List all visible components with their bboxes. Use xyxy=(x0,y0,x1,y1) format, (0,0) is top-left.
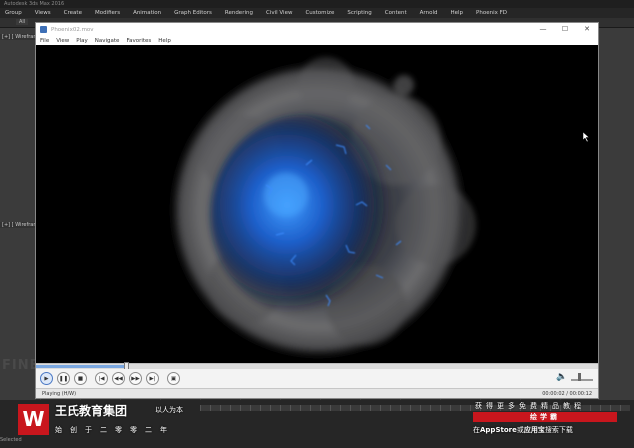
next-button[interactable]: ▶| xyxy=(146,372,159,385)
max-menu-item[interactable]: Animation xyxy=(133,10,161,16)
mouse-cursor-icon xyxy=(583,132,590,142)
play-button[interactable]: ▶ xyxy=(40,372,53,385)
video-frame[interactable] xyxy=(36,45,598,363)
brand-slogan: 以人为本 xyxy=(155,406,183,414)
player-menu-item[interactable]: View xyxy=(56,38,69,44)
max-menu-item[interactable]: Content xyxy=(385,10,407,16)
max-menu-item[interactable]: Scripting xyxy=(347,10,371,16)
left-viewport-strip xyxy=(0,28,36,408)
player-menu-item[interactable]: Play xyxy=(76,38,87,44)
media-player-icon xyxy=(40,26,47,33)
promo-3d: 应用宝 xyxy=(523,426,545,434)
max-status-text: Selected xyxy=(0,437,22,443)
max-menu-item[interactable]: Create xyxy=(64,10,82,16)
max-window-title: Autodesk 3ds Max 2016 xyxy=(0,0,634,8)
playback-status: Playing (H/W) xyxy=(42,390,77,397)
player-menu-item[interactable]: File xyxy=(40,38,49,44)
volume-slider[interactable] xyxy=(571,379,593,381)
promo-3c: 或 xyxy=(516,426,524,434)
brand-since: 始创于二零零二年 xyxy=(55,426,175,434)
previous-button[interactable]: |◀ xyxy=(95,372,108,385)
max-menu-item[interactable]: Customize xyxy=(305,10,334,16)
logo-letter: W xyxy=(22,407,45,431)
player-menu-item[interactable]: Favorites xyxy=(126,38,151,44)
player-menu-item[interactable]: Navigate xyxy=(95,38,120,44)
max-menu-item[interactable]: Phoenix FD xyxy=(476,10,507,16)
media-player-window: Phoenix02.mov — ☐ ✕ File View Play Navigate… xyxy=(35,22,599,399)
playback-controls: ▶ ❚❚ ■ |◀ ◀◀ ▶▶ ▶| ▣ xyxy=(36,369,598,388)
fullscreen-button[interactable]: ▣ xyxy=(167,372,180,385)
player-title-bar[interactable]: Phoenix02.mov — ☐ ✕ xyxy=(36,23,598,36)
max-menu-item[interactable]: Views xyxy=(35,10,51,16)
max-menu-bar: Group Views Create Modifiers Animation Graph … xyxy=(0,8,634,18)
close-button[interactable]: ✕ xyxy=(576,23,598,36)
promo-3b: AppStore xyxy=(480,426,517,434)
player-title: Phoenix02.mov xyxy=(51,26,94,33)
maximize-button[interactable]: ☐ xyxy=(554,23,576,36)
selection-filter-dropdown[interactable]: All xyxy=(16,19,29,25)
max-menu-item[interactable]: Help xyxy=(450,10,463,16)
max-menu-item[interactable]: Modifiers xyxy=(95,10,120,16)
player-menu-bar: File View Play Navigate Favorites Help xyxy=(36,36,598,45)
player-status-bar: Playing (H/W) 00:00:02 / 00:00:12 xyxy=(36,388,598,398)
max-menu-item[interactable]: Civil View xyxy=(266,10,292,16)
max-menu-item[interactable]: Rendering xyxy=(225,10,253,16)
wangshi-logo: W xyxy=(18,404,49,435)
pause-button[interactable]: ❚❚ xyxy=(57,372,70,385)
player-menu-item[interactable]: Help xyxy=(158,38,171,44)
max-menu-item[interactable]: Group xyxy=(5,10,22,16)
rewind-button[interactable]: ◀◀ xyxy=(112,372,125,385)
speaker-icon[interactable]: 🔈 xyxy=(556,372,567,382)
promo-app-name: 绘学霸 xyxy=(473,412,617,422)
playback-time: 00:00:02 / 00:00:12 xyxy=(542,390,592,397)
promo-3e: 搜索下载 xyxy=(544,426,573,434)
volume-knob[interactable] xyxy=(577,373,581,381)
promo-line-3: 在AppStore或应用宝搜索下载 xyxy=(473,425,573,435)
promo-line-1: 获得更多免费精品教程 xyxy=(475,402,585,410)
minimize-button[interactable]: — xyxy=(532,23,554,36)
max-menu-item[interactable]: Arnold xyxy=(420,10,438,16)
energy-sphere-render xyxy=(36,45,598,363)
max-menu-item[interactable]: Graph Editors xyxy=(174,10,212,16)
right-viewport-strip xyxy=(598,28,634,408)
stop-button[interactable]: ■ xyxy=(74,372,87,385)
promo-3a: 在 xyxy=(473,426,480,434)
background-watermark-text: FINE xyxy=(2,358,40,373)
seek-progress xyxy=(36,365,126,368)
forward-button[interactable]: ▶▶ xyxy=(129,372,142,385)
brand-name: 王氏教育集团 xyxy=(55,404,128,418)
